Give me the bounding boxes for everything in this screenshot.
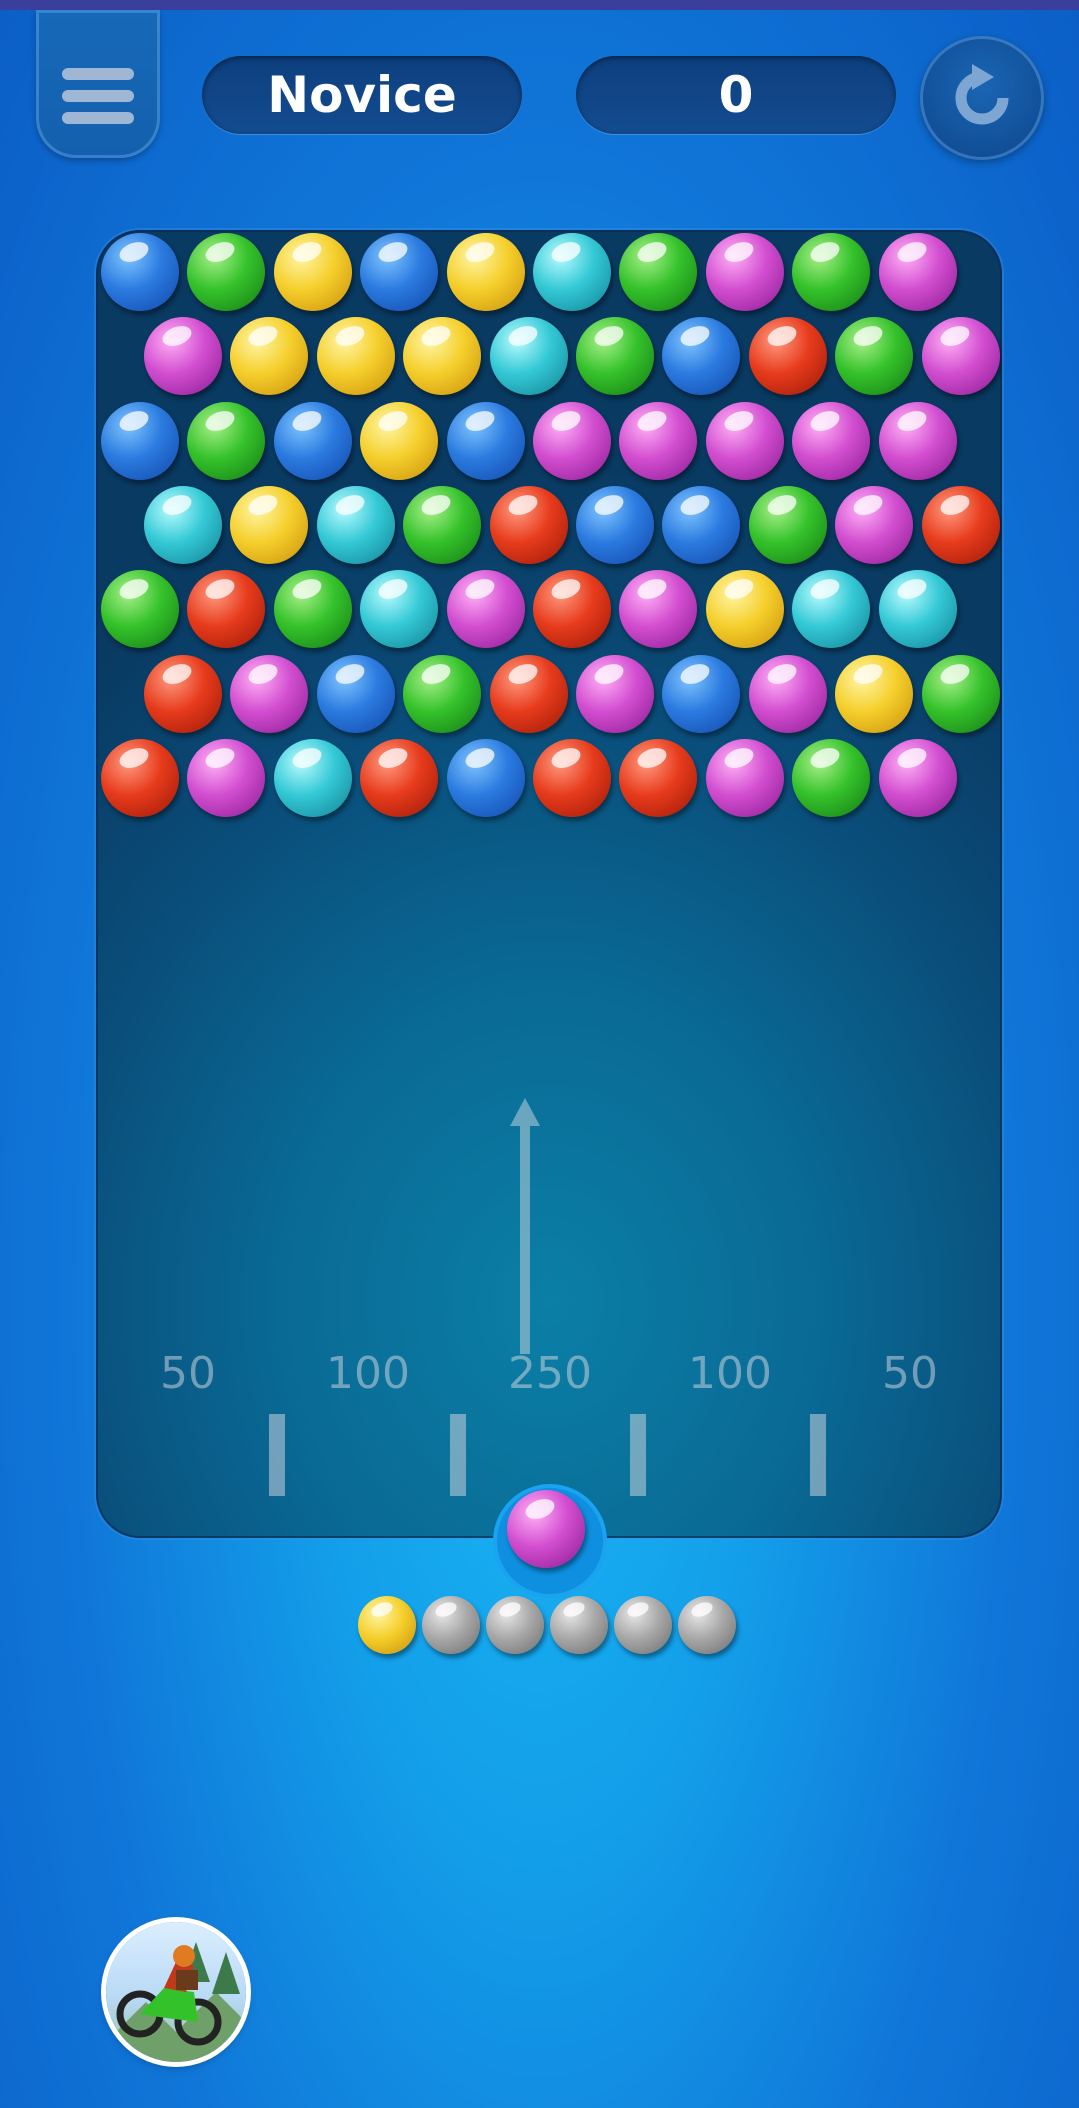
bubble-magenta xyxy=(619,570,698,649)
bubble-green xyxy=(792,233,871,311)
score-zone-divider xyxy=(269,1414,285,1496)
bubble-cyan xyxy=(533,233,611,311)
score-zone-label: 100 xyxy=(688,1348,772,1399)
bubble-magenta xyxy=(705,401,784,480)
queue-bubble-grey xyxy=(422,1596,480,1654)
score-zone-label: 50 xyxy=(882,1348,938,1399)
level-label: Novice xyxy=(202,56,522,134)
bubble-blue xyxy=(101,401,179,480)
bubble-red xyxy=(921,485,1000,564)
bubble-red xyxy=(489,654,568,733)
bubble-blue xyxy=(662,317,741,396)
bubble-cyan xyxy=(360,570,439,649)
score-zone-label: 250 xyxy=(508,1348,592,1399)
bubble-cyan xyxy=(273,738,352,817)
motocross-icon xyxy=(106,1942,246,2062)
score-zone-label: 50 xyxy=(160,1348,216,1399)
bubble-magenta xyxy=(619,401,698,480)
bubble-magenta xyxy=(533,401,611,480)
bubble-green xyxy=(187,233,266,311)
bubble-green xyxy=(748,485,827,564)
score-display: 0 xyxy=(576,56,896,134)
bubble-magenta xyxy=(446,570,525,649)
queue-bubble-grey xyxy=(486,1596,544,1654)
bubble-blue xyxy=(101,233,179,311)
bubble-green xyxy=(792,738,871,817)
bubble-red xyxy=(360,738,439,817)
bubble-cyan xyxy=(792,570,871,649)
bubble-green xyxy=(273,570,352,649)
bubble-green xyxy=(403,485,482,564)
bubble-red xyxy=(619,738,698,817)
bubble-blue xyxy=(576,485,654,564)
bubble-yellow xyxy=(360,401,439,480)
bubble-cyan xyxy=(144,485,222,564)
bubble-magenta xyxy=(230,654,309,733)
bubble-blue xyxy=(273,401,352,480)
bubble-cyan xyxy=(878,570,957,649)
bubble-yellow xyxy=(705,570,784,649)
score-zone-divider xyxy=(450,1414,466,1496)
restart-button[interactable] xyxy=(920,36,1044,160)
bubble-yellow xyxy=(403,317,482,396)
bubble-magenta xyxy=(144,317,222,396)
bubble-red xyxy=(533,738,611,817)
bubble-yellow xyxy=(835,654,914,733)
score-zone-divider xyxy=(810,1414,826,1496)
bubble-green xyxy=(619,233,698,311)
bubble-blue xyxy=(316,654,395,733)
bubble-magenta xyxy=(576,654,654,733)
bubble-magenta xyxy=(187,738,266,817)
bubble-magenta xyxy=(748,654,827,733)
bubble-cyan xyxy=(489,317,568,396)
bubble-cyan xyxy=(316,485,395,564)
status-bar xyxy=(0,0,1079,10)
bubble-red xyxy=(101,738,179,817)
bubble-magenta xyxy=(878,401,957,480)
bubble-magenta xyxy=(878,233,957,311)
aim-arrow-icon xyxy=(510,1098,540,1354)
game-board[interactable]: 50 100 250 100 50 xyxy=(96,230,1002,1538)
bubble-magenta xyxy=(705,233,784,311)
bubble-green xyxy=(921,654,1000,733)
bubble-red xyxy=(489,485,568,564)
bubble-magenta xyxy=(835,485,914,564)
bubble-red xyxy=(748,317,827,396)
bubble-blue xyxy=(446,738,525,817)
queue-bubble-grey xyxy=(614,1596,672,1654)
bubble-green xyxy=(835,317,914,396)
bubble-blue xyxy=(662,654,741,733)
queue-bubble-grey xyxy=(678,1596,736,1654)
bubble-magenta xyxy=(878,738,957,817)
queue-bubble-yellow xyxy=(358,1596,416,1654)
restart-icon xyxy=(955,64,1009,125)
bubble-yellow xyxy=(316,317,395,396)
bubble-yellow xyxy=(446,233,525,311)
hamburger-menu-icon xyxy=(62,68,134,124)
shooter-bubble[interactable] xyxy=(507,1490,585,1568)
score-zone-divider xyxy=(630,1414,646,1496)
bubble-blue xyxy=(360,233,439,311)
bubble-yellow xyxy=(230,317,309,396)
bubble-blue xyxy=(662,485,741,564)
score-zone-label: 100 xyxy=(326,1348,410,1399)
bubble-yellow xyxy=(230,485,309,564)
bubble-red xyxy=(533,570,611,649)
bubble-magenta xyxy=(921,317,1000,396)
bubble-magenta xyxy=(792,401,871,480)
queue-bubble-grey xyxy=(550,1596,608,1654)
motocross-game-promo-icon[interactable] xyxy=(106,1922,246,2062)
bubble-green xyxy=(403,654,482,733)
bubble-red xyxy=(144,654,222,733)
bubble-green xyxy=(576,317,654,396)
bubble-red xyxy=(187,570,266,649)
bubble-magenta xyxy=(705,738,784,817)
bubble-yellow xyxy=(273,233,352,311)
bubble-green xyxy=(187,401,266,480)
menu-button[interactable] xyxy=(36,10,160,158)
bubble-blue xyxy=(446,401,525,480)
bubble-green xyxy=(101,570,179,649)
